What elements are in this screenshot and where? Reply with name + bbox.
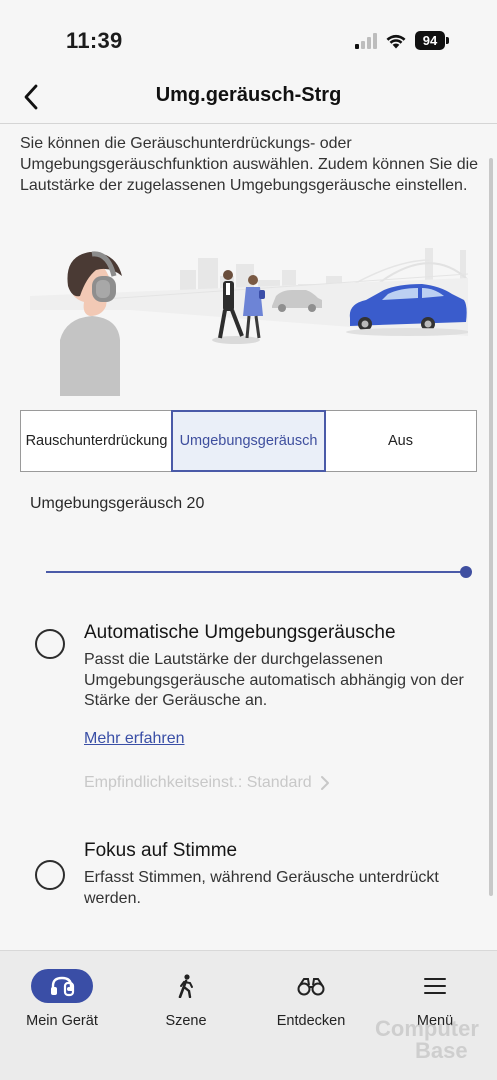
scroll-indicator[interactable]	[489, 158, 493, 896]
status-icons: 94	[355, 31, 449, 50]
status-time: 11:39	[66, 28, 123, 53]
mode-noise-cancelling[interactable]: Rauschunterdrückung	[21, 411, 172, 471]
battery-indicator: 94	[415, 31, 449, 50]
watermark-line2: Base	[415, 1038, 468, 1063]
tab-label-scene: Szene	[165, 1013, 207, 1029]
battery-nub	[446, 37, 449, 44]
tab-scene[interactable]: Szene	[131, 969, 241, 1029]
tab-my-device[interactable]: Mein Gerät	[7, 969, 117, 1029]
slider-track	[46, 571, 466, 573]
auto-ambient-radio[interactable]	[35, 629, 65, 659]
slider-thumb[interactable]	[460, 566, 472, 578]
page-title: Umg.geräusch-Strg	[155, 84, 342, 106]
headphones-icon	[31, 969, 93, 1003]
walking-icon	[175, 969, 197, 1003]
mode-off[interactable]: Aus	[325, 411, 476, 471]
ambient-level-slider[interactable]	[46, 562, 472, 582]
navigation-bar: Umg.geräusch-Strg	[0, 70, 497, 124]
computerbase-watermark: Computer Base	[375, 1014, 487, 1066]
binoculars-icon	[297, 969, 325, 1003]
mode-ambient-sound[interactable]: Umgebungsgeräusch	[171, 410, 326, 472]
ambient-sound-illustration	[30, 248, 468, 396]
sensitivity-setting[interactable]: Empfindlichkeitseinst.: Standard	[84, 774, 330, 792]
learn-more-link[interactable]: Mehr erfahren	[84, 730, 185, 748]
menu-icon	[423, 969, 447, 1003]
voice-focus-title[interactable]: Fokus auf Stimme	[84, 840, 237, 862]
mode-selector: Rauschunterdrückung Umgebungsgeräusch Au…	[20, 410, 477, 472]
ambient-level-label: Umgebungsgeräusch 20	[30, 495, 205, 512]
tab-label-discover: Entdecken	[276, 1013, 346, 1029]
chevron-right-icon	[320, 776, 329, 790]
auto-ambient-description: Passt die Lautstärke der durchgelassenen…	[84, 651, 464, 709]
wifi-icon	[386, 34, 406, 48]
intro-text: Sie können die Geräuschunterdrückungs- o…	[20, 135, 479, 194]
tab-label-my-device: Mein Gerät	[26, 1013, 98, 1029]
status-bar: 11:39 94	[0, 0, 497, 70]
sensitivity-label: Empfindlichkeitseinst.: Standard	[84, 774, 312, 791]
voice-focus-description: Erfasst Stimmen, während Geräusche unter…	[84, 869, 439, 907]
voice-focus-radio[interactable]	[35, 860, 65, 890]
battery-level: 94	[415, 31, 445, 50]
tab-discover[interactable]: Entdecken	[256, 969, 366, 1029]
auto-ambient-title[interactable]: Automatische Umgebungsgeräusche	[84, 622, 396, 644]
cellular-signal-icon	[355, 32, 377, 49]
